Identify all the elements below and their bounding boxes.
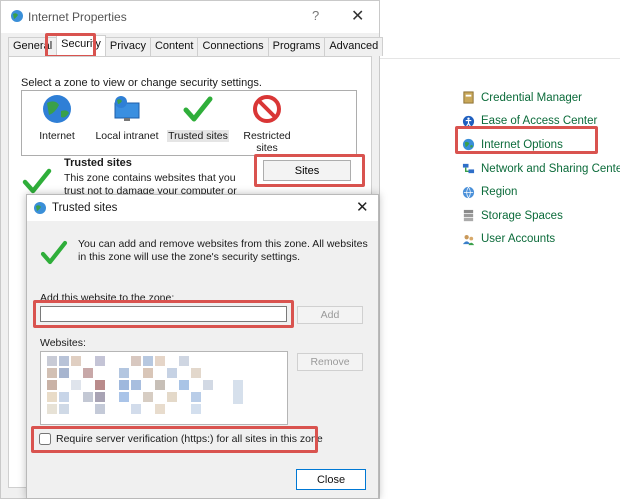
security-tab-highlight [45,33,96,58]
blurred-entry [155,380,165,390]
zone-local-intranet[interactable]: Local intranet [94,93,160,142]
control-panel-header [380,0,620,59]
zone-label: Trusted sites [167,130,229,142]
add-website-highlight [33,300,294,328]
blurred-entry [119,392,129,402]
zone-label: Internet [39,130,75,142]
blurred-entry [143,392,153,402]
blurred-entry [95,392,105,402]
blurred-entry [47,392,57,402]
blurred-entry [143,356,153,366]
globe-icon [11,10,23,22]
blurred-entry [59,392,69,402]
tab-content[interactable]: Content [149,37,199,56]
blurred-entry [167,368,177,378]
blurred-entry [83,368,93,378]
websites-label: Websites: [40,337,86,349]
blurred-entry [191,404,201,414]
cp-item-storage-spaces[interactable]: Storage Spaces [462,204,620,228]
zone-internet[interactable]: Internet [30,93,84,142]
checkmark-icon [40,240,68,265]
blurred-entry [131,356,141,366]
cp-item-user-accounts[interactable]: User Accounts [462,228,620,252]
cp-item-region[interactable]: Region [462,180,620,204]
blurred-entry [203,380,213,390]
blurred-entry [179,380,189,390]
blurred-entry [131,380,141,390]
globe-icon [43,95,71,123]
blurred-entry [191,368,201,378]
credential-manager-icon [463,91,474,104]
close-icon[interactable]: ✕ [351,6,364,26]
blurred-entry [95,404,105,414]
add-button[interactable]: Add [297,306,363,324]
remove-button[interactable]: Remove [297,353,363,371]
control-panel: Credential Manager Ease of Access Center… [380,0,620,499]
blurred-entry [179,356,189,366]
storage-spaces-icon [463,210,474,222]
trusted-sites-dialog: Trusted sites ✕ You can add and remove w… [26,194,379,499]
control-panel-list: Credential Manager Ease of Access Center… [462,86,620,251]
https-verification-highlight [31,426,318,453]
blurred-entry [167,392,177,402]
blurred-entry [59,356,69,366]
blurred-entry [59,404,69,414]
blurred-entry [83,392,93,402]
tab-advanced[interactable]: Advanced [324,37,384,56]
zone-label: Local intranet [95,130,159,142]
zone-trusted-sites[interactable]: Trusted sites [166,93,230,142]
region-icon [462,186,475,198]
cp-item-label: Credential Manager [481,91,583,104]
tab-programs[interactable]: Programs [267,37,326,56]
cp-item-label: Storage Spaces [481,209,563,222]
blurred-entry [95,356,105,366]
cp-item-network-sharing[interactable]: Network and Sharing Center [462,157,620,181]
monitor-globe-icon [114,96,140,121]
blurred-entry [119,368,129,378]
blurred-entry [47,380,57,390]
trusted-sites-titlebar: Trusted sites ✕ [27,195,378,221]
cp-item-label: User Accounts [481,233,556,246]
sites-button-highlight [254,154,365,187]
user-accounts-icon [462,234,475,245]
blurred-entry [131,404,141,414]
blurred-entry [233,380,243,404]
blurred-entry [47,356,57,366]
zone-restricted-sites[interactable]: Restricted sites [232,93,302,154]
close-icon[interactable]: ✕ [356,198,369,216]
blurred-entry [119,380,129,390]
network-sharing-icon [462,163,475,174]
blurred-entry [191,392,201,402]
checkmark-icon [22,168,52,194]
tab-connections[interactable]: Connections [197,37,269,56]
internet-properties-titlebar: Internet Properties ? ✕ [1,1,379,33]
zone-label: Restricted sites [243,130,291,154]
blurred-entry [155,404,165,414]
window-title: Internet Properties [28,10,127,24]
blurred-entry [143,368,153,378]
selected-zone-title: Trusted sites [64,157,132,169]
cp-item-label: Network and Sharing Center [481,162,620,175]
blurred-entry [71,380,81,390]
blurred-entry [155,356,165,366]
internet-options-highlight [455,126,598,154]
cp-item-label: Region [481,186,518,199]
blurred-entry [71,356,81,366]
blurred-entry [47,404,57,414]
blurred-entry [47,368,57,378]
websites-list[interactable] [40,351,288,425]
blurred-entry [95,380,105,390]
cp-item-credential-manager[interactable]: Credential Manager [462,86,620,110]
globe-icon [34,202,46,214]
restricted-icon [253,95,281,123]
tab-privacy[interactable]: Privacy [104,37,151,56]
zone-prompt: Select a zone to view or change security… [21,77,262,89]
checkmark-icon [183,96,213,122]
dialog-info-text: You can add and remove websites from thi… [78,238,368,263]
close-button[interactable]: Close [296,469,366,490]
help-icon[interactable]: ? [312,8,319,23]
blurred-entry [59,368,69,378]
dialog-title: Trusted sites [52,202,118,214]
